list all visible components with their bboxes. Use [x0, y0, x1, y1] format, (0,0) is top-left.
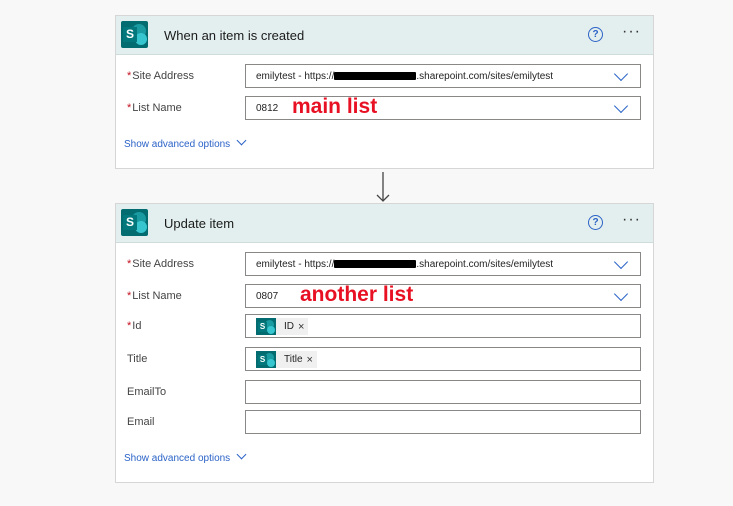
action-id-row: *Id S ID × [116, 314, 653, 340]
trigger-list-row: *List Name 0812 main list [116, 95, 653, 122]
action-emailto-row: EmailTo [116, 380, 653, 406]
site-address-value: emilytest - https://.sharepoint.com/site… [256, 259, 554, 270]
trigger-card: S When an item is created ? ··· *Site Ad… [115, 15, 654, 169]
site-address-dropdown[interactable]: emilytest - https://.sharepoint.com/site… [245, 64, 641, 88]
show-advanced-options-link[interactable]: Show advanced options [124, 135, 247, 150]
list-name-dropdown[interactable]: 0807 another list [245, 283, 641, 308]
sharepoint-icon: S [256, 351, 276, 368]
title-field[interactable]: S Title × [245, 347, 641, 371]
id-label: *Id [127, 320, 142, 332]
emailto-label: EmailTo [127, 386, 167, 398]
question-circle-icon[interactable]: ? [588, 27, 603, 42]
list-name-value: 0812 [256, 103, 279, 114]
update-item-title: Update item [164, 216, 235, 231]
show-advanced-options-link[interactable]: Show advanced options [124, 449, 247, 464]
update-item-card-header[interactable]: S Update item ? ··· [116, 204, 653, 243]
action-email-row: Email [116, 410, 653, 436]
email-field[interactable] [245, 410, 641, 434]
ellipsis-icon[interactable]: ··· [622, 24, 641, 40]
list-name-label: *List Name [127, 290, 182, 302]
chevron-down-icon[interactable] [613, 98, 629, 114]
trigger-title: When an item is created [164, 28, 305, 43]
list-name-label: *List Name [127, 102, 182, 114]
remove-token-icon[interactable]: × [307, 354, 317, 366]
remove-token-icon[interactable]: × [298, 321, 308, 333]
chevron-down-icon[interactable] [613, 286, 629, 302]
update-item-card: S Update item ? ··· *Site Address emilyt… [115, 203, 654, 483]
site-address-label: *Site Address [127, 258, 195, 270]
sharepoint-icon: S [121, 21, 148, 48]
main-list-annotation: main list [292, 95, 378, 118]
another-list-annotation: another list [300, 283, 414, 306]
email-label: Email [127, 416, 155, 428]
redaction-bar [334, 260, 417, 268]
site-address-value: emilytest - https://.sharepoint.com/site… [256, 71, 554, 82]
site-address-dropdown[interactable]: emilytest - https://.sharepoint.com/site… [245, 252, 641, 276]
list-name-value: 0807 [256, 291, 279, 302]
chevron-down-icon[interactable] [613, 66, 629, 82]
redaction-bar [334, 72, 417, 80]
sharepoint-icon: S [121, 209, 148, 236]
action-list-row: *List Name 0807 another list [116, 283, 653, 310]
trigger-card-header[interactable]: S When an item is created ? ··· [116, 16, 653, 55]
ellipsis-icon[interactable]: ··· [622, 212, 641, 228]
trigger-site-row: *Site Address emilytest - https://.share… [116, 64, 653, 90]
emailto-field[interactable] [245, 380, 641, 404]
list-name-dropdown[interactable]: 0812 main list [245, 95, 641, 120]
chevron-down-icon[interactable] [613, 254, 629, 270]
down-arrow-icon [376, 172, 390, 202]
id-field[interactable]: S ID × [245, 314, 641, 338]
sharepoint-icon: S [256, 318, 276, 335]
title-token[interactable]: S Title × [256, 351, 317, 368]
id-token[interactable]: S ID × [256, 318, 309, 335]
site-address-label: *Site Address [127, 70, 195, 82]
title-label: Title [127, 353, 148, 365]
chevron-down-icon [236, 449, 247, 460]
action-site-row: *Site Address emilytest - https://.share… [116, 252, 653, 278]
question-circle-icon[interactable]: ? [588, 215, 603, 230]
chevron-down-icon [236, 135, 247, 146]
action-title-row: Title S Title × [116, 347, 653, 373]
